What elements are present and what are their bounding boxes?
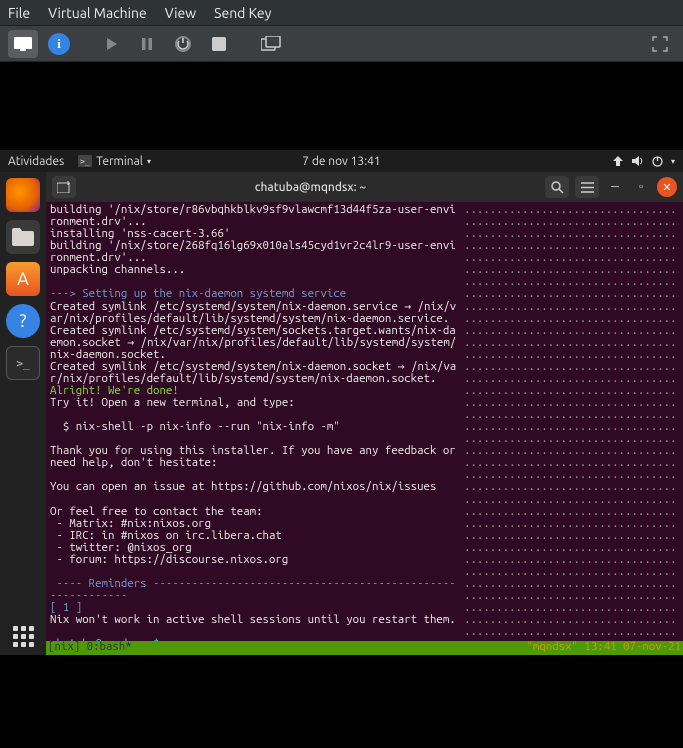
volume-icon[interactable] [632,156,644,166]
status-right: "mqndsx" 13:41 07-nov-21 [526,641,681,655]
new-tab-button[interactable] [52,176,76,198]
terminal-right-pane: .................................. .....… [460,204,679,641]
guest-screen: Atividades >_ Terminal ▾ 7 de nov 13:41 … [0,62,683,748]
screens-button[interactable] [256,30,286,58]
gnome-desktop: Atividades >_ Terminal ▾ 7 de nov 13:41 … [0,150,683,655]
minimize-button[interactable]: ─ [605,177,625,197]
vm-menubar: File Virtual Machine View Send Key [0,0,683,26]
hamburger-menu[interactable] [575,176,599,198]
app-menu-label: Terminal [96,155,143,168]
terminal-icon: >_ [78,155,92,167]
app-menu[interactable]: >_ Terminal ▾ [78,155,151,168]
status-left: [nix] 0:bash* [48,641,132,655]
dock-software[interactable]: A [6,262,40,296]
menu-file[interactable]: File [8,5,30,21]
terminal-titlebar: chatuba@mqndsx: ~ ─ ▫ ✕ [46,172,683,202]
network-icon[interactable] [612,156,624,166]
terminal-body[interactable]: building '/nix/store/r86vbqhkblkv9sf9vla… [46,202,683,655]
terminal-window: chatuba@mqndsx: ~ ─ ▫ ✕ building '/nix/s… [46,172,683,655]
terminal-title: chatuba@mqndsx: ~ [82,181,539,194]
dock-show-apps[interactable] [13,626,34,647]
vm-toolbar: i [0,26,683,62]
dock-help[interactable]: ? [6,304,40,338]
dock: A ? [0,172,46,655]
dock-files[interactable] [6,220,40,254]
power-icon[interactable] [652,156,663,167]
terminal-left-pane: building '/nix/store/r86vbqhkblkv9sf9vla… [50,204,460,641]
maximize-button[interactable]: ▫ [631,177,651,197]
clock[interactable]: 7 de nov 13:41 [302,155,380,168]
pause-button[interactable] [132,30,162,58]
svg-text:>_: >_ [80,157,90,166]
menu-send-key[interactable]: Send Key [214,5,271,21]
power-button[interactable] [168,30,198,58]
dock-firefox[interactable] [6,178,40,212]
console-button[interactable] [8,30,38,58]
fullscreen-button[interactable] [645,30,675,58]
menu-virtual-machine[interactable]: Virtual Machine [48,5,147,21]
gnome-top-bar: Atividades >_ Terminal ▾ 7 de nov 13:41 … [0,150,683,172]
activities-button[interactable]: Atividades [8,155,64,168]
close-button[interactable]: ✕ [657,177,677,197]
info-button[interactable]: i [44,30,74,58]
search-button[interactable] [545,176,569,198]
dock-terminal[interactable] [6,346,40,380]
menu-view[interactable]: View [165,5,196,21]
play-button[interactable] [96,30,126,58]
chevron-down-icon: ▾ [671,157,675,166]
tmux-status-bar: [nix] 0:bash* "mqndsx" 13:41 07-nov-21 [46,641,683,655]
snapshot-button[interactable] [204,30,234,58]
chevron-down-icon: ▾ [147,157,151,166]
